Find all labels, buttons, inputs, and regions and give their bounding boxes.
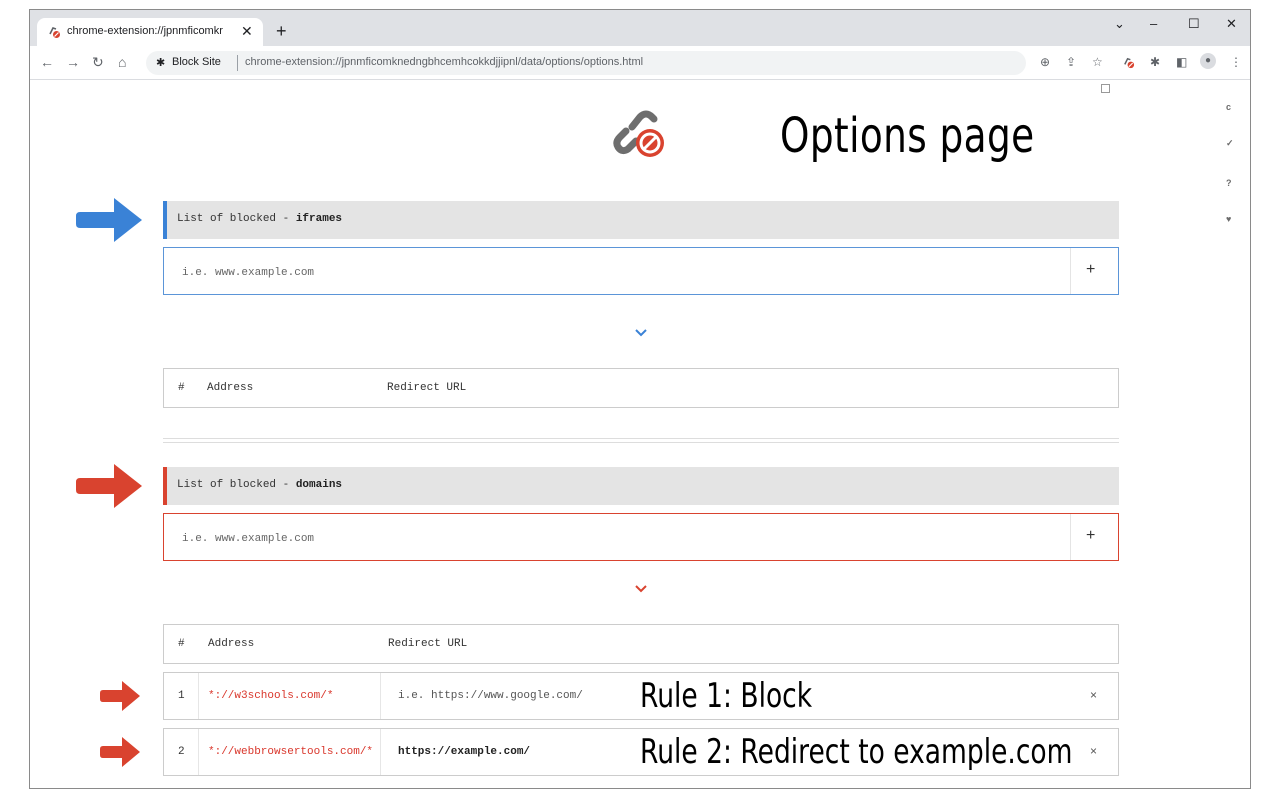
rule-address[interactable]: *://w3schools.com/*: [208, 690, 333, 702]
rule-number: 2: [178, 746, 185, 758]
blocksite-icon[interactable]: [1122, 56, 1135, 69]
new-tab-button[interactable]: +: [276, 21, 287, 42]
rule2-annotation: Rule 2: Redirect to example.com: [640, 732, 1073, 772]
section-label-bold: iframes: [295, 213, 343, 225]
check-side-icon[interactable]: ✓: [1226, 138, 1234, 149]
rule-redirect-input[interactable]: i.e. https://www.google.com/: [398, 690, 583, 702]
section-divider: [163, 438, 1119, 443]
heart-side-icon[interactable]: ♥: [1226, 214, 1231, 224]
cell-separator: [380, 673, 381, 719]
cell-separator: [198, 729, 199, 775]
help-side-icon[interactable]: ?: [1226, 178, 1232, 188]
rule1-arrow-annotation: [100, 681, 140, 711]
iframes-input-row: +: [163, 247, 1119, 295]
home-icon[interactable]: ⌂: [118, 54, 126, 70]
browser-window: chrome-extension://jpnmficomkr ✕ + ⌄ – ☐…: [29, 9, 1251, 789]
section-label-bold: domains: [295, 479, 343, 491]
col-redirect: Redirect URL: [388, 638, 468, 650]
iframes-add-button[interactable]: +: [1086, 261, 1095, 279]
blocksite-logo-icon: [613, 110, 664, 157]
rule-address[interactable]: *://webbrowsertools.com/*: [208, 746, 373, 758]
blue-arrow-annotation: [76, 198, 142, 242]
domains-section-header: List of blocked - domains: [163, 467, 1119, 505]
url-text[interactable]: chrome-extension://jpnmficomknedngbhcemh…: [245, 56, 643, 68]
popout-icon[interactable]: [1101, 84, 1110, 93]
iframes-section-header: List of blocked - iframes: [163, 201, 1119, 239]
col-num: #: [178, 382, 185, 394]
maximize-button[interactable]: ☐: [1188, 16, 1200, 32]
omnibox-separator: [237, 55, 238, 71]
tab-search-icon[interactable]: ⌄: [1114, 16, 1125, 32]
section-label-prefix: List of blocked -: [177, 213, 296, 225]
domains-input[interactable]: [180, 529, 1064, 549]
options-page: Options page c ✓ ? ♥ List of blocked - i…: [30, 80, 1250, 788]
share-icon[interactable]: ⇪: [1066, 55, 1076, 69]
chevron-down-icon[interactable]: [634, 326, 648, 340]
delete-rule-button[interactable]: ×: [1090, 688, 1097, 702]
site-label: Block Site: [172, 56, 221, 68]
profile-icon[interactable]: ●: [1200, 53, 1216, 69]
reload-icon[interactable]: ↻: [92, 54, 104, 71]
delete-rule-button[interactable]: ×: [1090, 744, 1097, 758]
forward-icon[interactable]: →: [66, 54, 80, 70]
iframes-table-header: # Address Redirect URL: [163, 368, 1119, 408]
sidepanel-icon[interactable]: ◧: [1176, 55, 1187, 69]
rule1-annotation: Rule 1: Block: [640, 676, 813, 716]
cell-separator: [380, 729, 381, 775]
rule-redirect-input[interactable]: https://example.com/: [398, 746, 530, 758]
cell-separator: [198, 673, 199, 719]
extension-puzzle-icon: ✱: [156, 57, 166, 69]
chevron-down-icon[interactable]: [634, 582, 648, 596]
rule-number: 1: [178, 690, 185, 702]
col-num: #: [178, 638, 185, 650]
domains-table-header: # Address Redirect URL: [163, 624, 1119, 664]
domains-add-button[interactable]: +: [1086, 527, 1095, 545]
tab-options[interactable]: chrome-extension://jpnmficomkr ✕: [37, 18, 263, 46]
tab-title: chrome-extension://jpnmficomkr: [67, 25, 223, 37]
col-address: Address: [207, 382, 254, 394]
iframes-input[interactable]: [180, 263, 1064, 283]
browser-toolbar: ← → ↻ ⌂ ✱ Block Site chrome-extension://…: [30, 46, 1250, 80]
col-address: Address: [208, 638, 255, 650]
red-arrow-annotation: [76, 464, 142, 508]
page-title: Options page: [780, 108, 1035, 164]
refresh-side-icon[interactable]: c: [1226, 102, 1231, 112]
rule2-arrow-annotation: [100, 737, 140, 767]
blocksite-favicon-icon: [49, 27, 60, 38]
input-separator: [1070, 248, 1071, 294]
back-icon[interactable]: ←: [40, 54, 54, 70]
extensions-icon[interactable]: ✱: [1150, 55, 1160, 69]
star-icon[interactable]: ☆: [1092, 55, 1103, 69]
zoom-icon[interactable]: ⊕: [1040, 55, 1050, 69]
tab-close-icon[interactable]: ✕: [241, 23, 253, 40]
close-window-button[interactable]: ✕: [1226, 16, 1237, 32]
address-bar[interactable]: ✱ Block Site chrome-extension://jpnmfico…: [146, 51, 1026, 75]
section-label-prefix: List of blocked -: [177, 479, 296, 491]
domains-input-row: +: [163, 513, 1119, 561]
menu-icon[interactable]: ⋮: [1230, 55, 1242, 69]
tab-strip: chrome-extension://jpnmficomkr ✕ + ⌄ – ☐…: [30, 10, 1250, 46]
input-separator: [1070, 514, 1071, 560]
minimize-button[interactable]: –: [1150, 16, 1157, 31]
col-redirect: Redirect URL: [387, 382, 467, 394]
